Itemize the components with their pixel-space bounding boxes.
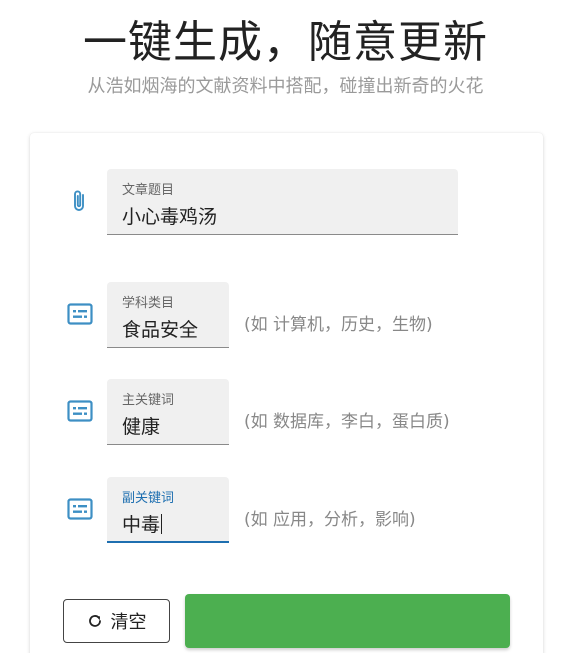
text-caret: [161, 514, 163, 534]
subject-value: 食品安全: [122, 319, 199, 341]
subtitles-icon: [66, 397, 94, 425]
main-keyword-value: 健康: [122, 416, 161, 438]
generate-button[interactable]: [185, 594, 510, 648]
sub-keyword-value-wrap: 中毒: [122, 510, 163, 537]
article-title-field[interactable]: 文章题目 小心毒鸡汤: [107, 169, 458, 235]
sub-keyword-value: 中毒: [122, 514, 161, 536]
main-keyword-row: 主关键词 健康 (如 数据库，李白，蛋白质): [30, 379, 543, 445]
paperclip-icon: [66, 187, 94, 215]
main-keyword-field[interactable]: 主关键词 健康: [107, 379, 229, 445]
page-subtitle: 从浩如烟海的文献资料中搭配，碰撞出新奇的火花: [87, 76, 484, 97]
subject-label: 学科类目: [122, 296, 175, 311]
main-keyword-label: 主关键词: [122, 393, 175, 408]
article-title-row: 文章题目 小心毒鸡汤: [30, 169, 543, 235]
sub-keyword-field[interactable]: 副关键词 中毒: [107, 477, 229, 543]
clear-button[interactable]: 清空: [63, 599, 170, 643]
article-title-value: 小心毒鸡汤: [122, 206, 218, 228]
sub-keyword-label: 副关键词: [122, 491, 175, 506]
page-title: 一键生成，随意更新: [83, 17, 488, 68]
refresh-icon: [87, 613, 103, 629]
sub-keyword-hint: (如 应用，分析，影响): [244, 510, 416, 530]
subject-row: 学科类目 食品安全 (如 计算机，历史，生物): [30, 282, 543, 348]
article-title-label: 文章题目: [122, 183, 175, 198]
subject-field[interactable]: 学科类目 食品安全: [107, 282, 229, 348]
generator-card: 文章题目 小心毒鸡汤 学科类目 食品安全 (如 计算机，历史，生物) 主关键词 …: [30, 133, 543, 653]
clear-button-label: 清空: [110, 612, 147, 633]
subtitles-icon: [66, 495, 94, 523]
subject-hint: (如 计算机，历史，生物): [244, 315, 433, 335]
sub-keyword-row: 副关键词 中毒 (如 应用，分析，影响): [30, 477, 543, 543]
main-keyword-hint: (如 数据库，李白，蛋白质): [244, 412, 450, 432]
subtitles-icon: [66, 300, 94, 328]
